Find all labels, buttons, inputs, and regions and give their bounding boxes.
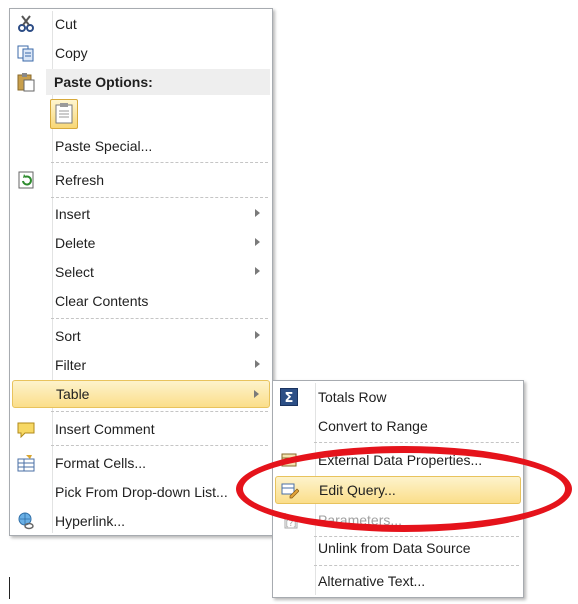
sigma-icon: Σ xyxy=(279,387,299,407)
copy-menu-item[interactable]: Copy xyxy=(12,40,270,66)
menu-separator xyxy=(51,318,268,319)
clipboard-icon xyxy=(55,102,73,127)
paste-special-menu-item[interactable]: Paste Special... xyxy=(12,133,270,159)
clear-contents-menu-item[interactable]: Clear Contents xyxy=(12,288,270,314)
pick-from-dropdown-label: Pick From Drop-down List... xyxy=(55,484,228,500)
external-data-properties-label: External Data Properties... xyxy=(318,452,483,468)
cut-label: Cut xyxy=(55,16,77,32)
insert-label: Insert xyxy=(55,206,91,222)
refresh-icon xyxy=(16,170,36,190)
convert-to-range-label: Convert to Range xyxy=(318,418,428,434)
parameters-label: Parameters... xyxy=(318,512,403,528)
unlink-from-data-source-label: Unlink from Data Source xyxy=(318,540,471,556)
menu-separator xyxy=(51,162,268,163)
pick-from-dropdown-menu-item[interactable]: Pick From Drop-down List... xyxy=(12,479,270,505)
insert-comment-menu-item[interactable]: Insert Comment xyxy=(12,416,270,442)
parameters-icon: [?] xyxy=(279,510,299,530)
submenu-arrow-icon xyxy=(254,390,259,398)
context-menu: Cut Copy Paste Options: Paste Special...… xyxy=(9,8,273,536)
alternative-text-label: Alternative Text... xyxy=(318,573,426,589)
external-data-properties-menu-item[interactable]: External Data Properties... xyxy=(275,447,521,473)
parameters-menu-item: [?] Parameters... xyxy=(275,507,521,533)
sort-label: Sort xyxy=(55,328,81,344)
paste-options-label: Paste Options: xyxy=(54,74,153,90)
totals-row-label: Totals Row xyxy=(318,389,387,405)
table-menu-item[interactable]: Table xyxy=(12,380,270,408)
submenu-arrow-icon xyxy=(255,360,260,368)
sort-menu-item[interactable]: Sort xyxy=(12,323,270,349)
delete-menu-item[interactable]: Delete xyxy=(12,230,270,256)
menu-separator xyxy=(51,411,268,412)
refresh-menu-item[interactable]: Refresh xyxy=(12,167,270,193)
edit-query-label: Edit Query... xyxy=(319,482,396,498)
delete-label: Delete xyxy=(55,235,96,251)
hyperlink-menu-item[interactable]: Hyperlink... xyxy=(12,508,270,534)
insert-menu-item[interactable]: Insert xyxy=(12,201,270,227)
text-cursor xyxy=(9,577,10,599)
paste-special-label: Paste Special... xyxy=(55,138,153,154)
scissors-icon xyxy=(16,14,36,34)
paste-icon xyxy=(16,72,36,92)
paste-option-keep-formatting-button[interactable] xyxy=(50,99,78,129)
unlink-from-data-source-menu-item[interactable]: Unlink from Data Source xyxy=(275,535,521,561)
filter-label: Filter xyxy=(55,357,87,373)
filter-menu-item[interactable]: Filter xyxy=(12,352,270,378)
edit-query-icon xyxy=(280,480,300,500)
format-cells-menu-item[interactable]: Format Cells... xyxy=(12,450,270,476)
clear-contents-label: Clear Contents xyxy=(55,293,149,309)
format-cells-icon xyxy=(16,453,36,473)
svg-text:[?]: [?] xyxy=(286,519,297,528)
copy-label: Copy xyxy=(55,45,88,61)
menu-separator xyxy=(51,197,268,198)
copy-icon xyxy=(16,43,36,63)
menu-separator xyxy=(314,442,519,443)
submenu-arrow-icon xyxy=(255,331,260,339)
format-cells-label: Format Cells... xyxy=(55,455,147,471)
hyperlink-icon xyxy=(16,511,36,531)
select-menu-item[interactable]: Select xyxy=(12,259,270,285)
table-submenu: Σ Totals Row Convert to Range External D… xyxy=(272,380,524,598)
menu-separator xyxy=(51,445,268,446)
menu-separator xyxy=(314,565,519,566)
cut-menu-item[interactable]: Cut xyxy=(12,11,270,37)
convert-to-range-menu-item[interactable]: Convert to Range xyxy=(275,413,521,439)
select-label: Select xyxy=(55,264,94,280)
table-label: Table xyxy=(56,386,90,402)
svg-text:Σ: Σ xyxy=(285,391,294,406)
external-data-icon xyxy=(279,450,299,470)
refresh-label: Refresh xyxy=(55,172,105,188)
submenu-arrow-icon xyxy=(255,238,260,246)
totals-row-menu-item[interactable]: Σ Totals Row xyxy=(275,384,521,410)
alternative-text-menu-item[interactable]: Alternative Text... xyxy=(275,568,521,594)
hyperlink-label: Hyperlink... xyxy=(55,513,126,529)
paste-options-header: Paste Options: xyxy=(46,69,270,95)
submenu-arrow-icon xyxy=(255,267,260,275)
submenu-arrow-icon xyxy=(255,209,260,217)
insert-comment-label: Insert Comment xyxy=(55,421,155,437)
comment-icon xyxy=(16,419,36,439)
edit-query-menu-item[interactable]: Edit Query... xyxy=(275,476,521,504)
